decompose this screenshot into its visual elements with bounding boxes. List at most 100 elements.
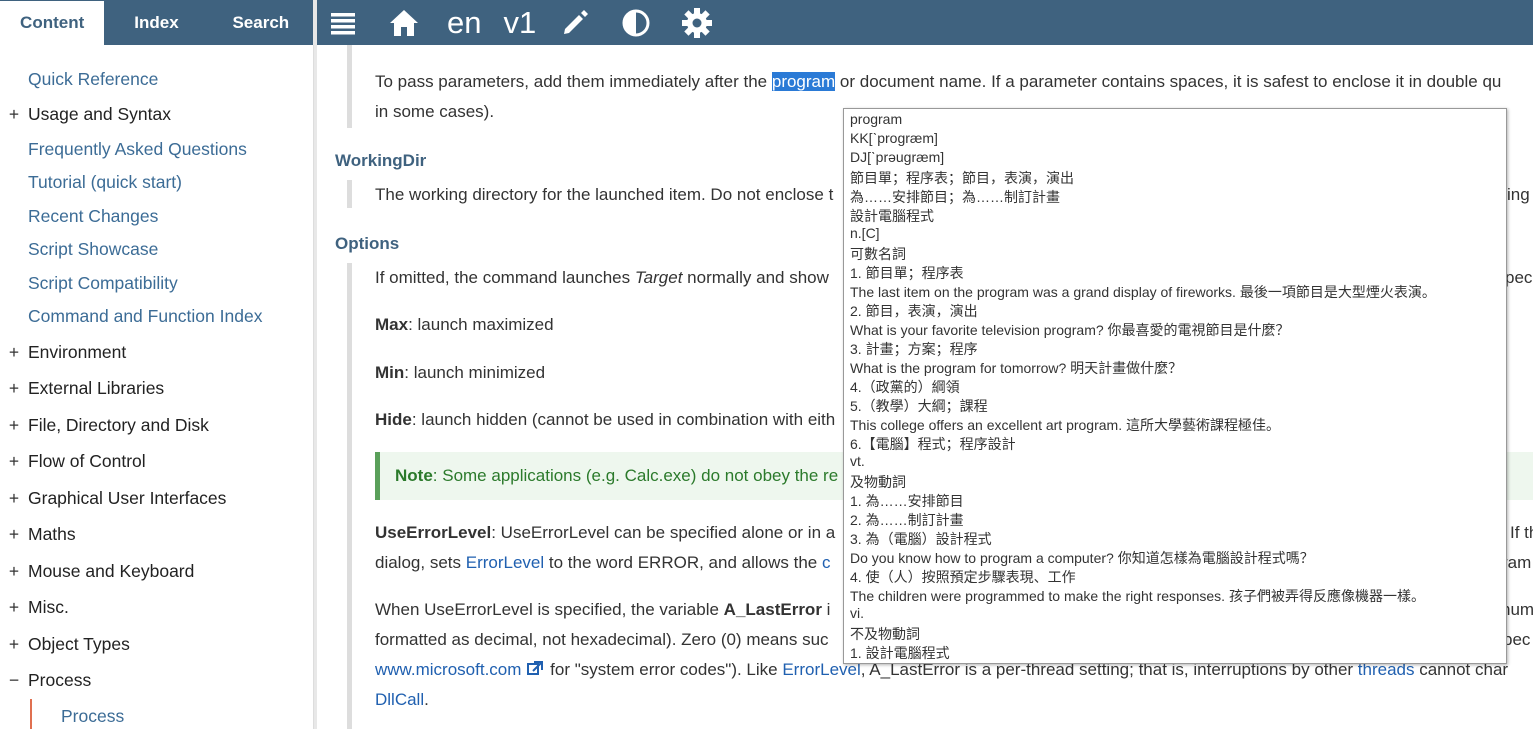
popup-line: 設計電腦程式 xyxy=(850,208,934,224)
menu-icon[interactable] xyxy=(317,0,369,45)
workingdir-heading: WorkingDir xyxy=(335,151,427,170)
popup-line: 1. 節目單；程序表 xyxy=(850,265,964,281)
sidebar-item-label: Command and Function Index xyxy=(28,306,263,326)
settings-gear-icon[interactable] xyxy=(666,0,728,45)
popup-line: The children were programmed to make the… xyxy=(850,588,1425,604)
expand-icon: + xyxy=(8,104,20,124)
sidebar-item-label: Maths xyxy=(28,524,76,544)
expand-icon: + xyxy=(8,488,20,508)
tree-guide-line xyxy=(30,699,32,729)
workingdir-tail: ing c xyxy=(1507,185,1533,204)
sidebar-item-label: Object Types xyxy=(28,634,130,654)
options-heading: Options xyxy=(335,234,400,253)
popup-line: What is your favorite television program… xyxy=(850,322,1290,338)
sidebar-toc: Quick Reference + Usage and Syntax Frequent… xyxy=(0,45,314,729)
version-button[interactable]: v1 xyxy=(489,0,544,45)
expand-icon: + xyxy=(8,597,20,617)
popup-line: 可數名詞 xyxy=(850,246,906,262)
sidebar-item-label: Quick Reference xyxy=(28,69,159,89)
sidebar-item-label: Misc. xyxy=(28,597,69,617)
tab-index[interactable]: Index xyxy=(104,0,208,45)
popup-line: n.[C] xyxy=(850,225,880,241)
popup-line: The last item on the program was a grand… xyxy=(850,284,1436,300)
params-paragraph: To pass parameters, add them immediately… xyxy=(375,72,1502,91)
popup-line: Do you know how to program a computer? 你… xyxy=(850,550,1314,566)
sidebar-item-label: Process xyxy=(28,670,92,690)
collapse-icon: − xyxy=(8,670,20,690)
sidebar-item-label: Script Compatibility xyxy=(28,273,178,293)
toolbar: en v1 xyxy=(317,0,1533,45)
tab-content[interactable]: Content xyxy=(0,0,105,45)
sidebar-item-label: Tutorial (quick start) xyxy=(28,172,182,192)
expand-icon: + xyxy=(8,561,20,581)
options-paragraph: If omitted, the command launches Target … xyxy=(375,268,829,287)
hide-option: Hide: launch hidden (cannot be used in c… xyxy=(375,410,836,429)
expand-icon: + xyxy=(8,524,20,544)
popup-line: DJ[ˋprəugræm] xyxy=(850,149,945,165)
theme-contrast-icon[interactable] xyxy=(606,0,666,45)
sidebar-item-label: Graphical User Interfaces xyxy=(28,488,227,508)
expand-icon: + xyxy=(8,378,20,398)
popup-line: 不及物動詞 xyxy=(850,626,920,642)
popup-line: This college offers an excellent art pro… xyxy=(850,417,1280,433)
expand-icon: + xyxy=(8,451,20,471)
popup-line: 3. 計畫；方案；程序 xyxy=(850,341,978,357)
popup-headword: program xyxy=(850,111,903,127)
popup-line: 節目單；程序表；節目，表演，演出 xyxy=(850,170,1074,186)
dictionary-popup[interactable]: program KK[ˋprogræm] DJ[ˋprəugræm] 節目單；程序表；… xyxy=(843,108,1507,664)
home-icon[interactable] xyxy=(369,0,439,45)
sidebar-item-label: Frequently Asked Questions xyxy=(28,139,247,159)
popup-line: What is the program for tomorrow? 明天計畫做什… xyxy=(850,360,1183,376)
block-border xyxy=(347,45,352,128)
note-text: Note: Some applications (e.g. Calc.exe) … xyxy=(395,466,839,485)
sidebar-tabs: Content Index Search xyxy=(0,0,313,45)
popup-line: 1. 設計電腦程式 xyxy=(850,645,950,661)
options-tail: pec xyxy=(1505,268,1533,287)
edit-icon[interactable] xyxy=(544,0,606,45)
popup-line: 2. 節目，表演，演出 xyxy=(850,303,978,319)
dialog-paragraph: dialog, sets ErrorLevel to the word ERRO… xyxy=(375,553,831,572)
tab-search[interactable]: Search xyxy=(209,0,313,45)
popup-line: 4. 使（人）按照預定步驟表現、工作 xyxy=(850,569,1076,585)
popup-line: KK[ˋprogræm] xyxy=(850,130,938,146)
popup-line: 5.（教學）大綱；課程 xyxy=(850,398,988,414)
sidebar-item-label: External Libraries xyxy=(28,378,165,398)
expand-icon: + xyxy=(8,634,20,654)
popup-line: 3. 為（電腦）設計程式 xyxy=(850,531,992,547)
lasterror-tail-2: pec xyxy=(1503,630,1531,649)
sidebar-item-label: Script Showcase xyxy=(28,239,159,259)
popup-line: 為……安排節目；為……制訂計畫 xyxy=(850,189,1060,205)
popup-line: 及物動詞 xyxy=(850,474,906,490)
popup-line: vt. xyxy=(850,453,865,469)
dllcall-link[interactable]: DllCall xyxy=(375,690,424,709)
params-paragraph-cont: in some cases). xyxy=(375,102,495,121)
popup-line: 2. 為……制訂計畫 xyxy=(850,512,964,528)
sidebar-item-label: Recent Changes xyxy=(28,206,159,226)
sidebar-item-label: Flow of Control xyxy=(28,451,146,471)
sidebar-item-label: Usage and Syntax xyxy=(28,104,172,124)
popup-line: 6.【電腦】程式；程序設計 xyxy=(850,436,1016,452)
sidebar-item-label: Mouse and Keyboard xyxy=(28,561,195,581)
sidebar-item-label: Environment xyxy=(28,342,127,362)
dllcall-line: DllCall. xyxy=(375,690,429,709)
block-border xyxy=(347,263,352,729)
popup-line: vi. xyxy=(850,605,864,621)
lasterror-paragraph-cont: formatted as decimal, not hexadecimal). … xyxy=(375,630,829,649)
popup-line: 1. 為……安排節目 xyxy=(850,493,964,509)
lasterror-paragraph: When UseErrorLevel is specified, the var… xyxy=(375,600,831,619)
popup-line: 4.（政黨的）綱領 xyxy=(850,379,960,395)
max-option: Max: launch maximized xyxy=(375,315,554,334)
external-link-icon xyxy=(521,660,545,679)
errorlevel-link[interactable]: ErrorLevel xyxy=(466,553,544,572)
expand-icon: + xyxy=(8,415,20,435)
useerrorlevel-tail: If th xyxy=(1510,523,1533,542)
selected-word[interactable]: program xyxy=(771,72,836,91)
workingdir-paragraph: The working directory for the launched i… xyxy=(375,185,834,204)
useerrorlevel-option: UseErrorLevel: UseErrorLevel can be spec… xyxy=(375,523,836,542)
sidebar-item-label: File, Directory and Disk xyxy=(28,415,209,435)
language-button[interactable]: en xyxy=(439,0,489,45)
min-option: Min: launch minimized xyxy=(375,363,546,382)
block-border xyxy=(347,180,352,208)
microsoft-link[interactable]: www.microsoft.com xyxy=(375,660,521,679)
expand-icon: + xyxy=(8,342,20,362)
